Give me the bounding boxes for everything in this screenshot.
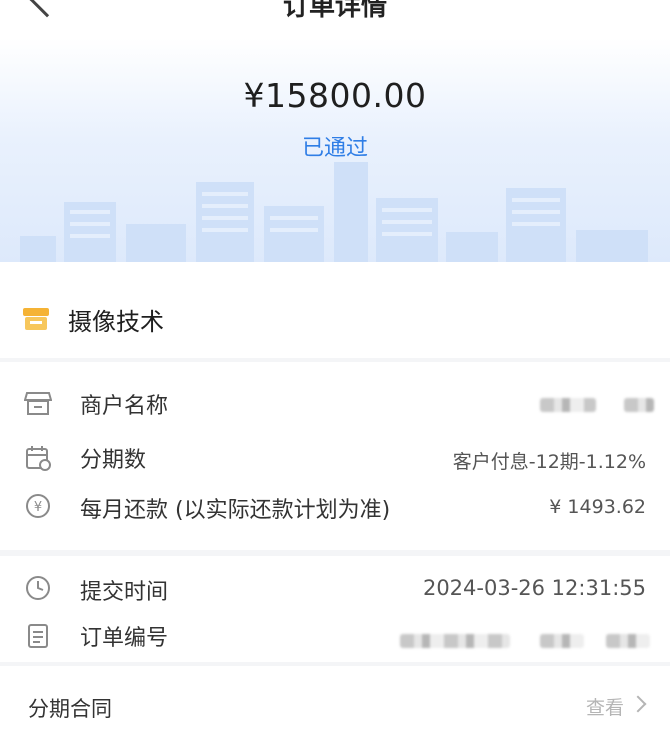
submit-time-label: 提交时间 xyxy=(80,580,169,605)
document-icon xyxy=(28,624,48,648)
shop-icon xyxy=(24,392,52,415)
order-number-label: 订单编号 xyxy=(80,626,169,651)
order-number-value-mid xyxy=(540,634,584,648)
merchant-name-value xyxy=(540,398,596,412)
merchant-name-label: 商户名称 xyxy=(80,394,169,419)
nav-bar: 订单详情 xyxy=(0,0,670,38)
monthly-payment-value: ¥ 1493.62 xyxy=(549,496,646,518)
merchant-title: 摄像技术 xyxy=(68,308,164,336)
page-title: 订单详情 xyxy=(282,0,387,22)
order-number-value-tail xyxy=(606,634,650,648)
order-summary-banner: ¥15800.00 已通过 xyxy=(0,38,670,262)
calendar-icon xyxy=(26,446,51,471)
monthly-payment-label: 每月还款 (以实际还款计划为准) xyxy=(80,498,391,523)
svg-text:¥: ¥ xyxy=(34,500,42,515)
view-contract-link[interactable]: 查看 xyxy=(586,693,624,720)
status-badge: 已通过 xyxy=(301,136,368,161)
order-amount: ¥15800.00 xyxy=(243,76,427,115)
yen-icon: ¥ xyxy=(26,494,50,518)
installments-label: 分期数 xyxy=(80,448,147,473)
merchant-name-value-tail xyxy=(624,398,654,412)
submit-time-value: 2024-03-26 12:31:55 xyxy=(422,576,646,600)
clock-icon xyxy=(26,576,50,600)
installments-value: 客户付息-12期-1.12% xyxy=(452,451,646,473)
contract-label: 分期合同 xyxy=(28,697,112,721)
order-number-value xyxy=(400,634,510,648)
store-icon xyxy=(23,308,49,330)
